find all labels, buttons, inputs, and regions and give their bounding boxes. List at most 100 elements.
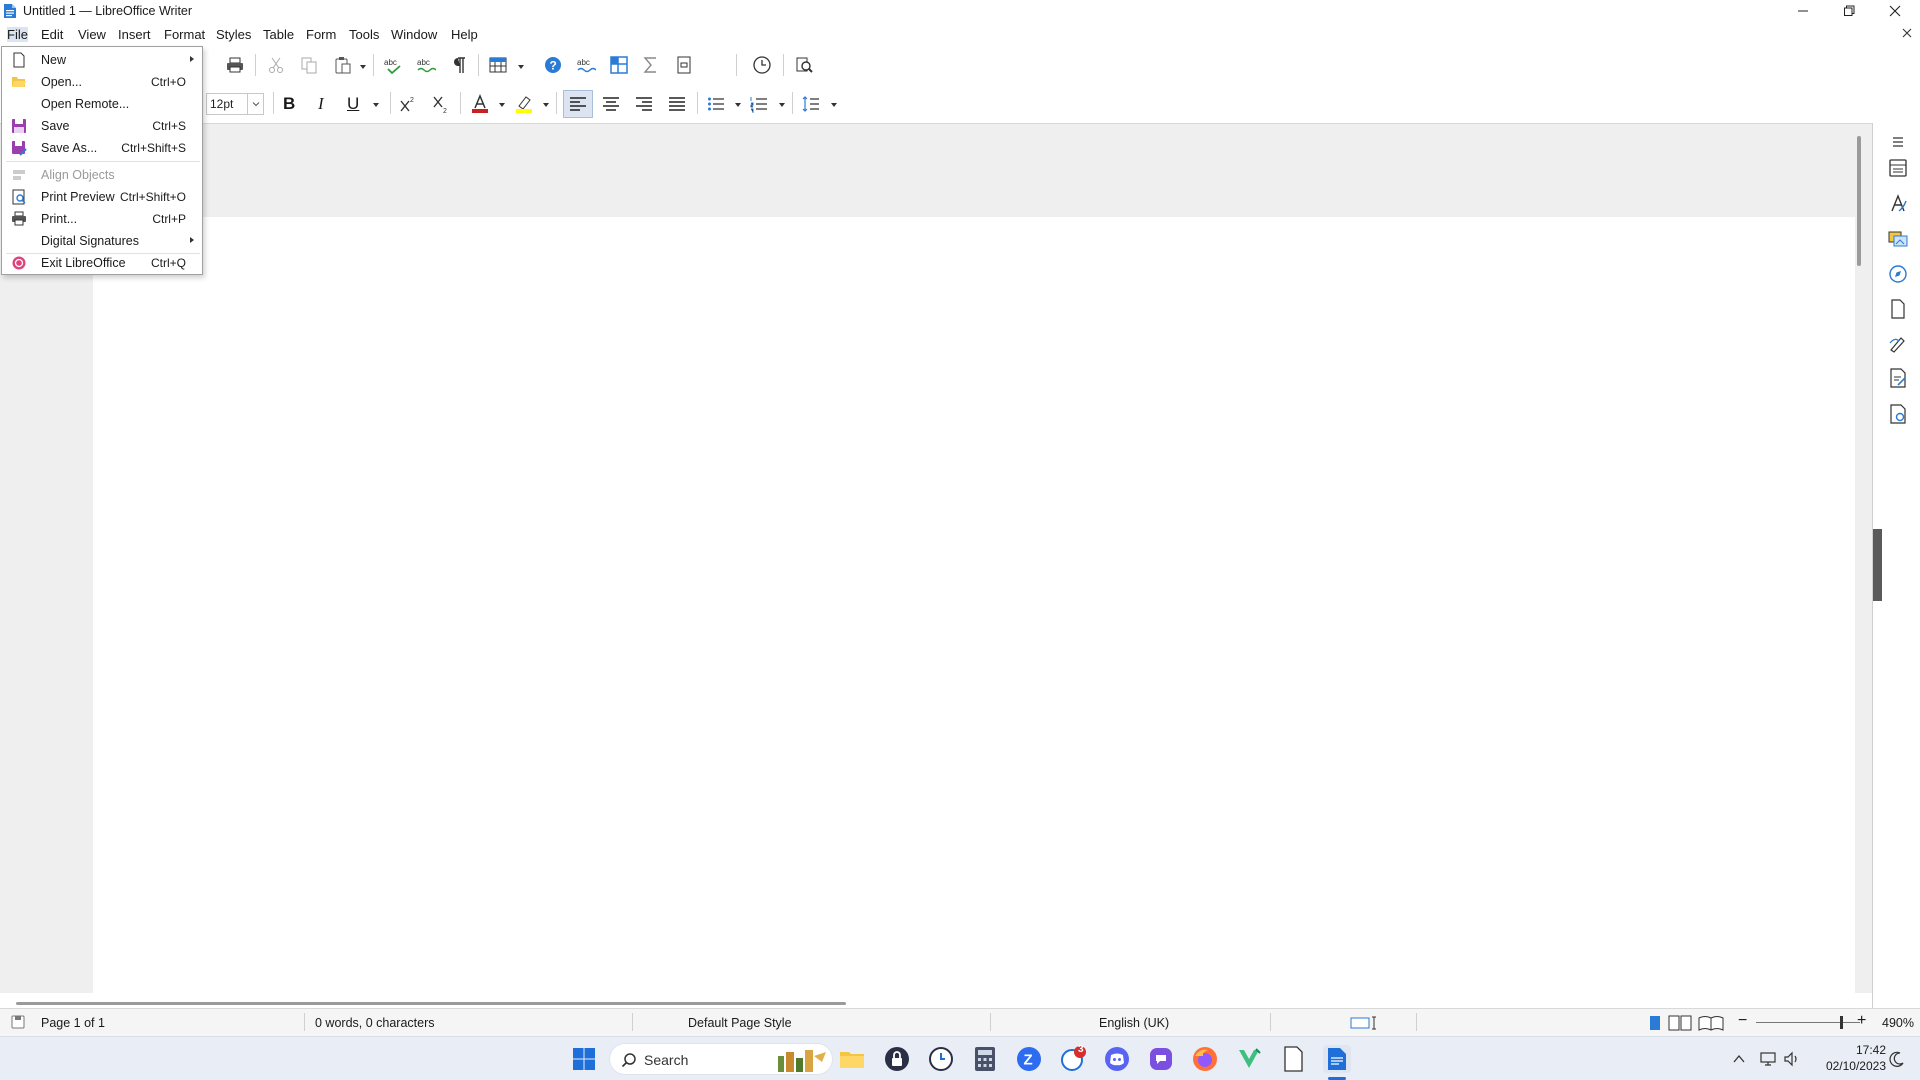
sidebar-collapse-handle[interactable] bbox=[1873, 529, 1882, 601]
network-icon[interactable] bbox=[1759, 1050, 1777, 1068]
bullet-list-dropdown-icon[interactable] bbox=[734, 101, 742, 109]
close-window-button[interactable] bbox=[1872, 0, 1918, 22]
menu-view[interactable]: View bbox=[78, 27, 106, 42]
minimize-button[interactable] bbox=[1780, 0, 1826, 22]
bullet-list-button[interactable] bbox=[703, 91, 729, 117]
taskbar-discord[interactable] bbox=[1103, 1045, 1131, 1073]
zoom-slider-thumb[interactable] bbox=[1840, 1016, 1843, 1029]
taskbar-chat-app[interactable] bbox=[1147, 1045, 1175, 1073]
menu-item-digital-signatures[interactable]: Digital Signatures bbox=[3, 230, 201, 251]
menu-item-open-remote[interactable]: Open Remote... bbox=[3, 93, 201, 114]
taskbar-password-manager[interactable] bbox=[883, 1045, 911, 1073]
menu-item-save[interactable]: Save Ctrl+S bbox=[3, 115, 201, 136]
align-right-button[interactable] bbox=[631, 91, 657, 117]
menu-help[interactable]: Help bbox=[451, 27, 478, 42]
font-size-dropdown[interactable] bbox=[247, 94, 263, 114]
document-page[interactable] bbox=[93, 217, 1855, 994]
justify-button[interactable] bbox=[664, 91, 690, 117]
document-modified-icon[interactable] bbox=[11, 1015, 25, 1029]
navigator-button[interactable] bbox=[606, 52, 632, 78]
book-view-icon[interactable] bbox=[1698, 1015, 1724, 1031]
spelling-button[interactable]: abc bbox=[380, 52, 406, 78]
menu-window[interactable]: Window bbox=[391, 27, 437, 42]
highlight-button[interactable] bbox=[511, 91, 537, 117]
menu-insert[interactable]: Insert bbox=[118, 27, 151, 42]
paste-dropdown-icon[interactable] bbox=[359, 63, 367, 71]
system-clock[interactable]: 17:42 02/10/2023 bbox=[1810, 1042, 1886, 1074]
menu-item-print-preview[interactable]: Print Preview Ctrl+Shift+O bbox=[3, 186, 201, 207]
properties-icon[interactable] bbox=[1887, 157, 1909, 179]
numbered-list-button[interactable] bbox=[746, 91, 772, 117]
notification-moon-icon[interactable] bbox=[1888, 1050, 1906, 1068]
sidebar-menu-icon[interactable] bbox=[1887, 131, 1909, 153]
subscript-button[interactable]: 2 bbox=[428, 91, 454, 117]
font-size-box[interactable]: 12pt bbox=[206, 93, 264, 115]
menu-item-print[interactable]: Print... Ctrl+P bbox=[3, 208, 201, 229]
taskbar-calculator[interactable] bbox=[971, 1045, 999, 1073]
word-count[interactable]: 0 words, 0 characters bbox=[315, 1016, 435, 1030]
menu-styles[interactable]: Styles bbox=[216, 27, 251, 42]
find-replace-button[interactable] bbox=[791, 52, 817, 78]
insert-field-button[interactable] bbox=[671, 52, 697, 78]
menu-table[interactable]: Table bbox=[263, 27, 294, 42]
volume-icon[interactable] bbox=[1783, 1050, 1801, 1068]
taskbar-clock-app[interactable] bbox=[927, 1045, 955, 1073]
restore-button[interactable] bbox=[1826, 0, 1872, 22]
taskbar-firefox[interactable] bbox=[1191, 1045, 1219, 1073]
formatting-marks-button[interactable] bbox=[446, 52, 472, 78]
page-style[interactable]: Default Page Style bbox=[688, 1016, 792, 1030]
formula-button[interactable] bbox=[638, 52, 664, 78]
taskbar-notepad[interactable] bbox=[1279, 1045, 1307, 1073]
navigator-icon[interactable] bbox=[1887, 263, 1909, 285]
superscript-button[interactable]: 2 bbox=[395, 91, 421, 117]
menu-format[interactable]: Format bbox=[164, 27, 205, 42]
menu-item-exit[interactable]: Exit LibreOffice Ctrl+Q bbox=[3, 252, 201, 273]
zoom-in-button[interactable]: + bbox=[1857, 1012, 1866, 1030]
horizontal-scrollbar[interactable] bbox=[16, 1002, 846, 1005]
track-changes-button[interactable] bbox=[749, 52, 775, 78]
styles-icon[interactable] bbox=[1887, 193, 1909, 215]
highlight-dropdown-icon[interactable] bbox=[542, 101, 550, 109]
multi-page-view-icon[interactable] bbox=[1668, 1015, 1692, 1031]
chevron-up-icon[interactable] bbox=[1732, 1052, 1746, 1066]
copy-button[interactable] bbox=[296, 52, 322, 78]
grammar-button[interactable]: abc bbox=[573, 52, 599, 78]
gallery-icon[interactable] bbox=[1887, 227, 1909, 249]
page-count[interactable]: Page 1 of 1 bbox=[41, 1016, 105, 1030]
page-icon[interactable] bbox=[1887, 298, 1909, 320]
taskbar-vpn-app[interactable] bbox=[1235, 1045, 1263, 1073]
style-inspector-icon[interactable] bbox=[1887, 333, 1909, 355]
menu-item-save-as[interactable]: Save As... Ctrl+Shift+S bbox=[3, 137, 201, 158]
design-icon[interactable] bbox=[1887, 403, 1909, 425]
zoom-out-button[interactable]: − bbox=[1738, 1012, 1747, 1030]
bold-button[interactable]: B bbox=[283, 94, 295, 114]
underline-button[interactable]: U bbox=[347, 94, 359, 114]
align-left-button[interactable] bbox=[563, 90, 593, 118]
manage-changes-icon[interactable] bbox=[1887, 367, 1909, 389]
auto-spellcheck-button[interactable]: abc bbox=[413, 52, 439, 78]
menu-edit[interactable]: Edit bbox=[41, 27, 63, 42]
line-spacing-dropdown-icon[interactable] bbox=[830, 101, 838, 109]
italic-button[interactable]: I bbox=[318, 94, 324, 114]
taskbar-messenger[interactable]: 3 bbox=[1059, 1044, 1087, 1073]
taskbar-file-explorer[interactable] bbox=[838, 1045, 866, 1073]
font-color-dropdown-icon[interactable] bbox=[498, 101, 506, 109]
menu-item-new[interactable]: New bbox=[3, 49, 201, 70]
menu-tools[interactable]: Tools bbox=[349, 27, 379, 42]
numbered-list-dropdown-icon[interactable] bbox=[778, 101, 786, 109]
menu-file[interactable]: File bbox=[7, 27, 28, 42]
align-center-button[interactable] bbox=[598, 91, 624, 117]
paste-button[interactable] bbox=[330, 52, 356, 78]
start-button[interactable] bbox=[570, 1045, 598, 1073]
help-button[interactable]: ? bbox=[540, 52, 566, 78]
language[interactable]: English (UK) bbox=[1099, 1016, 1169, 1030]
font-color-button[interactable] bbox=[467, 91, 493, 117]
underline-dropdown-icon[interactable] bbox=[372, 101, 380, 109]
zoom-slider-track[interactable] bbox=[1756, 1022, 1860, 1023]
vertical-scrollbar[interactable] bbox=[1857, 136, 1861, 266]
menu-item-open[interactable]: Open... Ctrl+O bbox=[3, 71, 201, 92]
print-button[interactable] bbox=[222, 52, 248, 78]
taskbar-search[interactable]: Search bbox=[609, 1043, 833, 1075]
taskbar-libreoffice-writer[interactable] bbox=[1323, 1045, 1351, 1073]
zoom-level[interactable]: 490% bbox=[1882, 1016, 1914, 1030]
